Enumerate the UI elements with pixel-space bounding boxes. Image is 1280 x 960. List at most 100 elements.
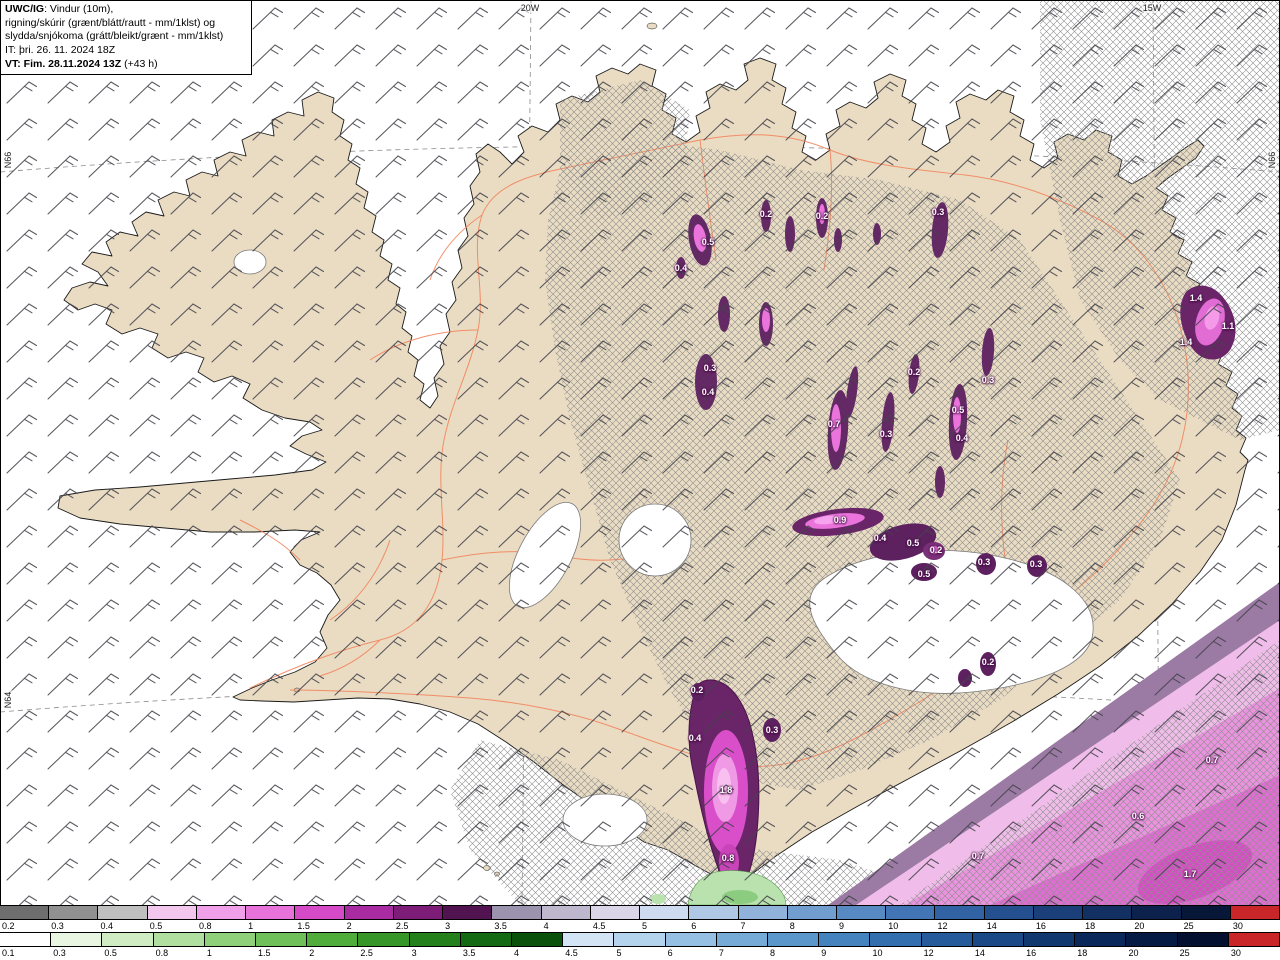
- valid-time-offset: (+43 h): [121, 57, 158, 70]
- colorbar-label: 0.5: [149, 921, 163, 931]
- colorbar-cell: [153, 933, 205, 946]
- valid-time: VT: Fim. 28.11.2024 13Z (+43 h): [5, 58, 247, 72]
- colorbar-label: 8: [789, 921, 795, 931]
- colorbar-sleet-snow: 0.2 0.3 0.4 0.5 0.8 1 1.5 2 2.5 3 3.5 4 4.5 5 6 7 8 9 10 12…: [0, 905, 1280, 932]
- colorbar-cell: [0, 906, 50, 919]
- colorbar-cell: [935, 906, 985, 919]
- colorbar-cell: [972, 933, 1025, 946]
- title-line-1: UWC/IG: Vindur (10m),: [5, 3, 247, 17]
- colorbar-label: 0.3: [51, 921, 64, 931]
- colorbar-label: 2: [346, 921, 352, 931]
- colorbar-label: 9: [838, 921, 844, 931]
- product-id: UWC/IG: [5, 3, 45, 15]
- colorbar-cell: [716, 933, 769, 946]
- colorbar-label: 12: [923, 948, 934, 958]
- colorbar-cell: [443, 906, 493, 919]
- colorbar-label: 10: [872, 948, 883, 958]
- colorbar-label: 0.8: [155, 948, 169, 958]
- colorbar-label: 3: [445, 921, 451, 931]
- colorbar-label: 0.3: [53, 948, 66, 958]
- colorbar-cell: [921, 933, 973, 946]
- colorbar-cell: [590, 906, 641, 919]
- wind-barb-field: [0, 0, 1280, 905]
- colorbar-label: 1: [206, 948, 212, 958]
- title-line-3: slydda/snjókoma (grátt/bleikt/grænt - mm…: [5, 30, 224, 43]
- colorbar-label: 14: [986, 921, 997, 931]
- colorbar-label: 3.5: [462, 948, 476, 958]
- colorbar-sleet-labels: 0.2 0.3 0.4 0.5 0.8 1 1.5 2 2.5 3 3.5 4 4.5 5 6 7 8 9 10 12…: [0, 920, 1280, 932]
- colorbar-cell: [307, 933, 359, 946]
- colorbar-label: 25: [1183, 921, 1194, 931]
- colorbar-rain-cells: [0, 932, 1280, 947]
- colorbar-label: 18: [1077, 948, 1088, 958]
- colorbar-cell: [49, 906, 99, 919]
- colorbar-label: 1: [248, 921, 254, 931]
- colorbar-label: 25: [1179, 948, 1190, 958]
- colorbar-cell: [204, 933, 257, 946]
- colorbar-cell: [512, 933, 564, 946]
- colorbar-label: 9: [821, 948, 827, 958]
- colorbar-cell: [246, 906, 296, 919]
- colorbar-cell: [640, 906, 690, 919]
- colorbar-cell: [886, 906, 936, 919]
- colorbar-cell: [1083, 906, 1133, 919]
- colorbar-cell: [1177, 933, 1229, 946]
- colorbar-cell: [665, 933, 717, 946]
- colorbar-label: 0.4: [100, 921, 113, 931]
- colorbar-cell: [1126, 933, 1178, 946]
- colorbar-label: 2.5: [360, 948, 373, 958]
- colorbar-label: 2.5: [395, 921, 409, 931]
- colorbar-label: 4: [543, 921, 549, 931]
- colorbar-cell: [98, 906, 148, 919]
- colorbar-label: 16: [1026, 948, 1037, 958]
- colorbar-label: 6: [691, 921, 697, 931]
- colorbar-cell: [102, 933, 154, 946]
- colorbar-area: 0.2 0.3 0.4 0.5 0.8 1 1.5 2 2.5 3 3.5 4 4.5 5 6 7 8 9 10 12…: [0, 905, 1280, 960]
- colorbar-label: 10: [888, 921, 899, 931]
- colorbar-label: 3: [411, 948, 417, 958]
- colorbar-cell: [492, 906, 542, 919]
- colorbar-cell: [984, 906, 1034, 919]
- colorbar-cell: [51, 933, 103, 946]
- colorbar-label: 3.5: [494, 921, 507, 931]
- colorbar-cell: [409, 933, 461, 946]
- colorbar-label: 7: [718, 948, 724, 958]
- valid-time-bold: VT: Fim. 28.11.2024 13Z: [5, 57, 122, 70]
- colorbar-cell: [295, 906, 345, 919]
- colorbar-label: 1.5: [258, 948, 271, 958]
- colorbar-label: 18: [1085, 921, 1096, 931]
- colorbar-cell: [1132, 906, 1182, 919]
- colorbar-cell: [1024, 933, 1076, 946]
- colorbar-label: 2: [309, 948, 315, 958]
- colorbar-cell: [344, 906, 394, 919]
- colorbar-label: 12: [937, 921, 948, 931]
- colorbar-cell: [0, 933, 52, 946]
- colorbar-label: 4.5: [592, 921, 606, 931]
- colorbar-cell: [836, 906, 887, 919]
- colorbar-cell: [1075, 933, 1127, 946]
- colorbar-cell: [689, 906, 739, 919]
- map-svg: [0, 0, 1280, 906]
- colorbar-cell: [256, 933, 308, 946]
- colorbar-label: 20: [1134, 921, 1145, 931]
- colorbar-cell: [768, 933, 820, 946]
- colorbar-cell: [738, 906, 788, 919]
- colorbar-label: 5: [616, 948, 622, 958]
- colorbar-cell: [1033, 906, 1084, 919]
- colorbar-label: 16: [1035, 921, 1046, 931]
- colorbar-cell: [563, 933, 615, 946]
- map-area: 20W 15W N66 N66 N64 0.3 0.5 0.4 0.2 0.2 0.3 0.4 0.7…: [0, 0, 1280, 906]
- title-line-2: rigning/skúrir (grænt/blátt/rautt - mm/1…: [5, 16, 216, 29]
- colorbar-cell: [1228, 933, 1280, 946]
- colorbar-cell: [870, 933, 922, 946]
- colorbar-label: 8: [770, 948, 776, 958]
- colorbar-cell: [541, 906, 591, 919]
- colorbar-label: 5: [642, 921, 648, 931]
- colorbar-label: 4: [514, 948, 520, 958]
- colorbar-rain: 0.1 0.3 0.5 0.8 1 1.5 2 2.5 3 3.5 4 4.5 5 6 7 8 9 10 12 14 1…: [0, 932, 1280, 959]
- colorbar-label: 30: [1232, 921, 1243, 931]
- colorbar-cell: [358, 933, 410, 946]
- colorbar-cell: [1181, 906, 1231, 919]
- colorbar-label: 0.2: [2, 921, 15, 931]
- colorbar-label: 0.8: [198, 921, 212, 931]
